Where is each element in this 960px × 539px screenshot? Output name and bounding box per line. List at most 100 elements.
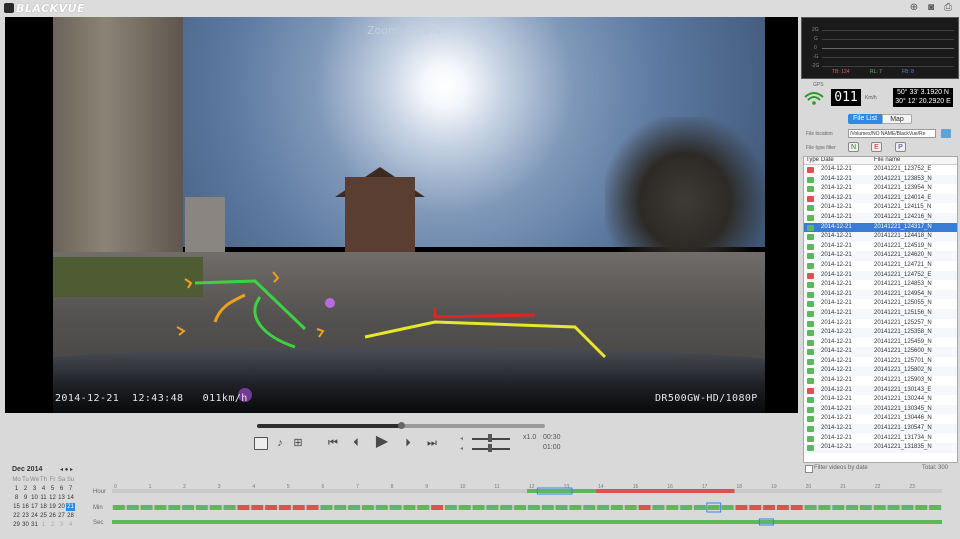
calendar-day[interactable]: 22	[12, 512, 21, 520]
previous-file-button[interactable]: ⏮	[325, 436, 341, 450]
calendar-day[interactable]: 19	[48, 503, 57, 511]
step-forward-button[interactable]: ⏵	[402, 436, 414, 450]
file-row[interactable]: 2014-12-21 20141221_125701_N	[804, 357, 957, 367]
calendar-next-icon[interactable]: ▸	[70, 467, 73, 473]
calendar-day[interactable]: 24	[30, 512, 39, 520]
camera-icon[interactable]: ◙	[925, 2, 937, 14]
tab-map[interactable]: Map	[882, 114, 912, 124]
calendar-day[interactable]: 9	[21, 494, 30, 502]
play-button[interactable]: ▶	[372, 433, 392, 451]
file-row[interactable]: 2014-12-21 20141221_124519_N	[804, 242, 957, 252]
file-row[interactable]: 2014-12-21 20141221_123954_N	[804, 184, 957, 194]
calendar-day[interactable]: 29	[12, 521, 21, 529]
calendar-day-next-month[interactable]: 3	[57, 521, 66, 529]
file-row[interactable]: 2014-12-21 20141221_124752_E	[804, 270, 957, 281]
file-row[interactable]: 2014-12-21 20141221_125600_N	[804, 347, 957, 357]
calendar-day[interactable]: 21	[66, 503, 75, 511]
calendar-day[interactable]: 30	[21, 521, 30, 529]
file-row[interactable]: 2014-12-21 20141221_125903_N	[804, 376, 957, 386]
file-row[interactable]: 2014-12-21 20141221_124115_N	[804, 203, 957, 213]
progress-handle[interactable]	[398, 422, 405, 429]
file-row[interactable]: 2014-12-21 20141221_125055_N	[804, 299, 957, 309]
tab-file-list[interactable]: File List	[848, 114, 882, 124]
volume-slider-handle[interactable]	[488, 434, 492, 442]
file-row[interactable]: 2014-12-21 20141221_124418_N	[804, 232, 957, 242]
col-type[interactable]: Type	[806, 157, 819, 164]
print-icon[interactable]: ⎙	[942, 2, 954, 14]
calendar-day[interactable]: 23	[21, 512, 30, 520]
file-row[interactable]: 2014-12-21 20141221_124954_N	[804, 289, 957, 300]
orange-mark-4	[316, 328, 325, 338]
file-row[interactable]: 2014-12-21 20141221_130345_N	[804, 404, 957, 415]
next-file-button[interactable]: ⏭	[424, 436, 440, 450]
sound-icon[interactable]: ♪	[274, 436, 286, 450]
step-back-button[interactable]: ⏴	[350, 436, 362, 450]
calendar-day[interactable]: 10	[30, 494, 39, 502]
file-row[interactable]: 2014-12-21 20141221_123853_N	[804, 174, 957, 185]
calendar-day[interactable]: 1	[12, 485, 21, 493]
calendar-day[interactable]: 3	[30, 485, 39, 493]
calendar-day-next-month[interactable]: 4	[66, 521, 75, 529]
osd-datetime-speed: 2014-12-21 12:43:48 011km/h	[55, 393, 248, 404]
snapshot-icon[interactable]	[254, 437, 268, 450]
calendar-day[interactable]: 15	[12, 503, 21, 511]
calendar-day[interactable]: 17	[30, 503, 39, 511]
calendar-day[interactable]: 27	[57, 512, 66, 520]
calendar-day[interactable]: 25	[39, 512, 48, 520]
video-player[interactable]: Zoom: 72.8% 2014-12-21 12:43:48 011km/h …	[5, 17, 798, 413]
calendar-day[interactable]: 7	[66, 485, 75, 493]
g-legend-rl: RL: 7	[870, 69, 882, 75]
calendar-day[interactable]: 12	[48, 494, 57, 502]
calendar-today-icon[interactable]: ●	[65, 467, 69, 473]
file-row[interactable]: 2014-12-21 20141221_130446_N	[804, 414, 957, 424]
filter-parking-button[interactable]: P	[895, 142, 906, 152]
file-row[interactable]: 2014-12-21 20141221_124317_N	[804, 222, 957, 233]
file-list[interactable]: Type Date File name 2014-12-21 20141221_1…	[803, 156, 958, 463]
file-row[interactable]: 2014-12-21 20141221_124216_N	[804, 212, 957, 223]
calendar-day[interactable]: 6	[57, 485, 66, 493]
file-row[interactable]: 2014-12-21 20141221_124620_N	[804, 251, 957, 261]
speed-slider-handle[interactable]	[488, 444, 492, 452]
calendar-day-next-month[interactable]: 1	[39, 521, 48, 529]
filter-normal-button[interactable]: N	[848, 142, 859, 152]
calendar-day[interactable]: 26	[48, 512, 57, 520]
file-row[interactable]: 2014-12-21 20141221_124853_N	[804, 280, 957, 290]
calendar-day[interactable]: 4	[39, 485, 48, 493]
file-row[interactable]: 2014-12-21 20141221_124014_E	[804, 193, 957, 204]
calendar-day[interactable]: 28	[66, 512, 75, 520]
file-row[interactable]: 2014-12-21 20141221_125156_N	[804, 308, 957, 319]
file-row[interactable]: 2014-12-21 20141221_131835_N	[804, 443, 957, 453]
file-row[interactable]: 2014-12-21 20141221_125257_N	[804, 319, 957, 329]
timeline[interactable]: 0 1 2 3 4 5 6 7 8 9 10 11 12 13 14 15 16 17 18 19 20 21 22 23	[112, 484, 942, 529]
calendar-day-next-month[interactable]: 2	[48, 521, 57, 529]
file-row[interactable]: 2014-12-21 20141221_130143_E	[804, 385, 957, 396]
file-location-input[interactable]: /Volumes/NO NAME/BlackVue/Re	[848, 129, 936, 138]
calendar-day[interactable]: 8	[12, 494, 21, 502]
calendar-day[interactable]: 14	[66, 494, 75, 502]
calendar-day[interactable]: 31	[30, 521, 39, 529]
file-row[interactable]: 2014-12-21 20141221_124721_N	[804, 261, 957, 271]
file-row[interactable]: 2014-12-21 20141221_123752_E	[804, 165, 957, 175]
folder-icon[interactable]	[941, 129, 951, 138]
calendar-day[interactable]: 16	[21, 503, 30, 511]
calendar-day[interactable]: 13	[57, 494, 66, 502]
file-row[interactable]: 2014-12-21 20141221_130547_N	[804, 424, 957, 434]
col-file-name[interactable]: File name	[874, 157, 900, 164]
file-row[interactable]: 2014-12-21 20141221_125358_N	[804, 328, 957, 338]
file-row[interactable]: 2014-12-21 20141221_125802_N	[804, 366, 957, 377]
calendar-day[interactable]: 11	[39, 494, 48, 502]
calendar-prev-icon[interactable]: ◂	[60, 467, 63, 473]
calendar-day[interactable]: 20	[57, 503, 66, 511]
crosshair-icon[interactable]: ⊕	[908, 2, 920, 14]
calendar-day[interactable]: 18	[39, 503, 48, 511]
minute-event-block	[790, 505, 803, 510]
col-date[interactable]: Date	[821, 157, 834, 164]
split-view-icon[interactable]: ⊞	[292, 436, 304, 450]
filter-by-date-checkbox[interactable]	[805, 465, 813, 473]
file-row[interactable]: 2014-12-21 20141221_130244_N	[804, 395, 957, 405]
calendar-day[interactable]: 2	[21, 485, 30, 493]
file-row[interactable]: 2014-12-21 20141221_131734_N	[804, 434, 957, 444]
calendar-day[interactable]: 5	[48, 485, 57, 493]
filter-event-button[interactable]: E	[871, 142, 882, 152]
file-row[interactable]: 2014-12-21 20141221_125459_N	[804, 338, 957, 348]
